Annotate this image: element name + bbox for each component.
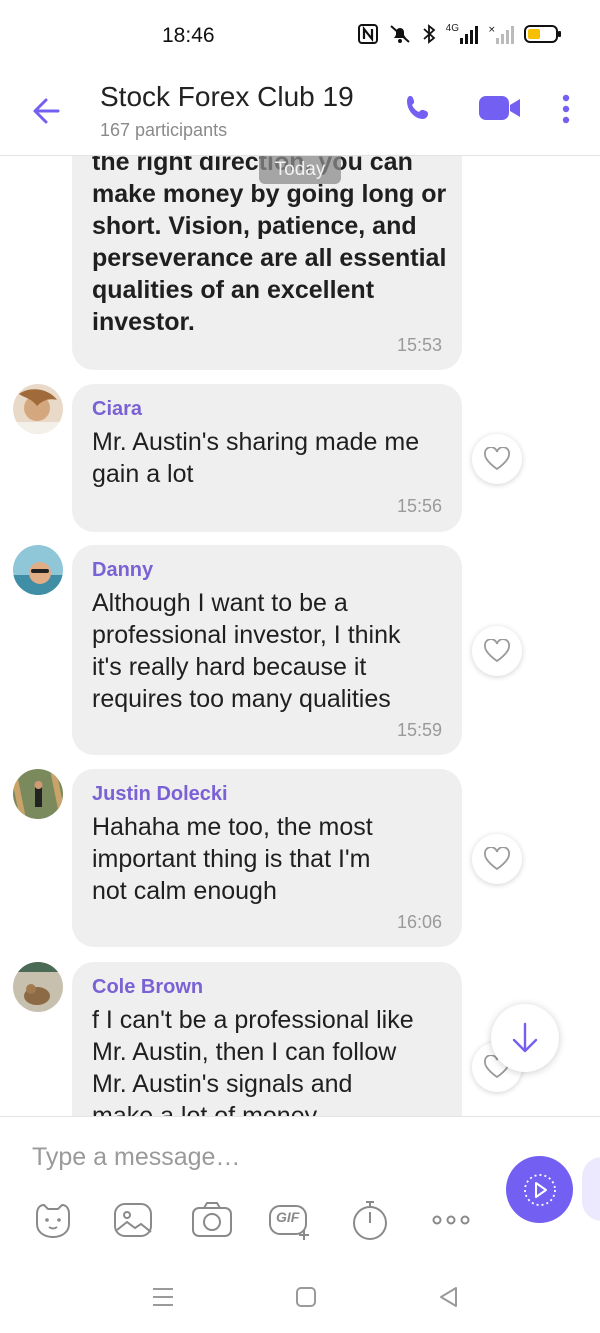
vertical-dots-icon — [562, 94, 570, 124]
nfc-icon — [357, 24, 378, 44]
system-nav-bar — [0, 1266, 600, 1333]
play-circle-icon — [523, 1173, 556, 1206]
message-text: f I can't be a professional like Mr. Aus… — [92, 1006, 414, 1116]
signal-4g-icon: 4G — [446, 24, 478, 44]
timer-icon — [353, 1201, 387, 1240]
date-separator: Today — [259, 156, 341, 184]
like-button[interactable] — [472, 834, 522, 884]
send-button[interactable] — [506, 1156, 573, 1223]
sticker-icon — [36, 1203, 70, 1239]
avatar-photo-icon — [13, 769, 63, 819]
message-time: 15:59 — [396, 720, 442, 740]
triangle-back-icon — [440, 1287, 457, 1307]
message-composer: GIF — [0, 1116, 600, 1266]
message-bubble[interactable]: Justin Dolecki Hahaha me too, the most i… — [72, 769, 462, 947]
chat-title[interactable]: Stock Forex Club 19 — [100, 81, 354, 113]
battery-icon — [524, 25, 561, 43]
arrow-down-icon — [512, 1022, 538, 1053]
status-time: 18:46 — [162, 24, 215, 47]
avatar[interactable] — [13, 384, 63, 434]
message-text: Mr. Austin's sharing made me gain a lot — [92, 428, 420, 488]
signal-icon: × — [488, 25, 514, 44]
heart-icon — [484, 847, 510, 871]
status-bar: 18:46 4G × — [0, 0, 600, 72]
message-bubble[interactable]: the right direction, you can make money … — [72, 156, 462, 370]
more-options-button[interactable] — [428, 1197, 474, 1243]
message-text: Although I want to be a professional inv… — [92, 589, 401, 713]
sticker-button[interactable] — [30, 1197, 76, 1243]
avatar-photo-icon — [13, 545, 63, 595]
recents-button[interactable] — [148, 1282, 178, 1312]
gallery-button[interactable] — [110, 1197, 156, 1243]
video-camera-icon — [479, 96, 520, 120]
sender-name[interactable]: Danny — [92, 559, 153, 582]
status-icons: 4G × — [357, 24, 562, 44]
timer-button[interactable] — [347, 1197, 393, 1243]
message-input[interactable] — [32, 1139, 492, 1175]
sender-name[interactable]: Cole Brown — [92, 976, 203, 999]
video-call-button[interactable] — [478, 92, 522, 129]
scroll-to-bottom-button[interactable] — [491, 1004, 559, 1072]
avatar[interactable] — [13, 962, 63, 1012]
call-button[interactable] — [402, 92, 434, 129]
gif-label: GIF — [276, 1209, 300, 1225]
avatar[interactable] — [13, 545, 63, 595]
participants-count[interactable]: 167 participants — [100, 120, 227, 141]
square-icon — [296, 1287, 316, 1307]
camera-button[interactable] — [189, 1197, 235, 1243]
svg-text:×: × — [488, 25, 496, 35]
message-bubble[interactable]: Ciara Mr. Austin's sharing made me gain … — [72, 384, 462, 532]
like-button[interactable] — [472, 434, 522, 484]
back-nav-button[interactable] — [434, 1282, 464, 1312]
more-menu-button[interactable] — [556, 94, 576, 129]
home-button[interactable] — [291, 1282, 321, 1312]
message-bubble[interactable]: Danny Although I want to be a profession… — [72, 545, 462, 755]
heart-icon — [484, 639, 510, 663]
message-time: 16:06 — [396, 912, 442, 932]
network-label: 4G — [445, 23, 459, 34]
sender-name[interactable]: Ciara — [92, 398, 142, 421]
mute-icon — [389, 25, 410, 43]
menu-icon — [153, 1288, 173, 1306]
sender-name[interactable]: Justin Dolecki — [92, 783, 228, 806]
back-button[interactable] — [28, 92, 66, 130]
message-text: Hahaha me too, the most important thing … — [92, 813, 373, 905]
gif-button[interactable]: GIF — [268, 1197, 314, 1243]
avatar-photo-icon — [13, 962, 63, 1012]
like-button[interactable] — [472, 626, 522, 676]
chat-header: Stock Forex Club 19 167 participants — [0, 72, 600, 156]
message-time: 15:56 — [396, 496, 442, 516]
arrow-left-icon — [33, 98, 60, 124]
avatar-photo-icon — [13, 384, 63, 434]
gallery-icon — [114, 1203, 152, 1237]
avatar[interactable] — [13, 769, 63, 819]
camera-icon — [192, 1202, 232, 1237]
heart-icon — [484, 447, 510, 471]
message-list[interactable]: Today the right direction, you can make … — [0, 156, 600, 1116]
more-icon — [432, 1215, 470, 1225]
edge-panel-handle[interactable] — [582, 1157, 600, 1221]
bluetooth-icon — [423, 24, 436, 44]
phone-icon — [407, 96, 428, 119]
message-bubble[interactable]: Cole Brown f I can't be a professional l… — [72, 962, 462, 1116]
message-time: 15:53 — [396, 335, 442, 355]
